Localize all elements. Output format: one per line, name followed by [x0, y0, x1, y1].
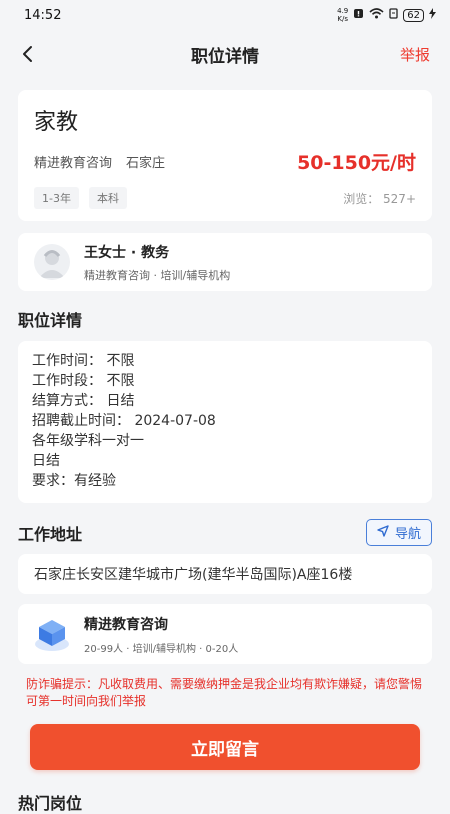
back-arrow-icon[interactable] [20, 45, 34, 63]
job-tags: 1-3年 本科 [34, 187, 127, 209]
wifi-icon [369, 8, 384, 22]
sim-icon [389, 8, 398, 22]
details-section-title: 职位详情 [18, 311, 83, 330]
job-title: 家教 [34, 110, 79, 135]
address-card[interactable]: 石家庄长安区建华城市广场(建华半岛国际)A座16楼 [18, 554, 432, 594]
page-title: 职位详情 [191, 46, 259, 67]
contact-card[interactable]: 王女士 · 教务 精进教育咨询 · 培训/辅导机构 [18, 233, 432, 291]
tag-experience: 1-3年 [34, 187, 79, 209]
fraud-warning: 防诈骗提示：凡收取费用、需要缴纳押金是我企业均有欺诈嫌疑，请您警惕可第一时间向我… [26, 677, 423, 708]
salary: 50-150元/时 [297, 152, 416, 174]
address-header: 工作地址 导航 [18, 519, 432, 546]
leave-message-button[interactable]: 立即留言 [30, 724, 420, 770]
job-summary-card: 家教 精进教育咨询 石家庄 50-150元/时 1-3年 本科 浏览： 527+ [18, 90, 432, 221]
job-meta-row: 精进教育咨询 石家庄 50-150元/时 [34, 148, 416, 175]
charging-icon [429, 8, 436, 22]
report-button[interactable]: 举报 [400, 44, 430, 65]
detail-line: 结算方式： 日结 [32, 393, 135, 409]
network-speed: 4.9 K/s [337, 7, 348, 23]
contact-subtitle: 精进教育咨询 · 培训/辅导机构 [84, 268, 231, 282]
navigation-arrow-icon [377, 524, 389, 541]
status-time: 14:52 [24, 7, 62, 23]
company-subtitle: 20-99人 · 培训/辅导机构 · 0-20人 [84, 643, 239, 655]
company-name: 精进教育咨询 [84, 616, 168, 633]
detail-line: 各年级学科一对一 [32, 433, 144, 449]
detail-line: 要求：有经验 [32, 473, 116, 489]
details-card: 工作时间： 不限 工作时段： 不限 结算方式： 日结 招聘截止时间： 2024-… [18, 341, 432, 503]
network-speed-unit: K/s [337, 15, 348, 23]
job-company: 精进教育咨询 [34, 156, 113, 171]
hot-jobs-title: 热门岗位 [18, 794, 83, 813]
detail-line: 招聘截止时间： 2024-07-08 [32, 413, 216, 429]
detail-line: 工作时间： 不限 [32, 353, 135, 369]
job-city: 石家庄 [126, 156, 166, 171]
detail-line: 工作时段： 不限 [32, 373, 135, 389]
notification-icon [353, 8, 364, 22]
nav-bar: 职位详情 举报 [0, 30, 450, 78]
detail-line: 日结 [32, 453, 60, 469]
status-bar: 14:52 4.9 K/s 62 [0, 0, 450, 30]
address-text: 石家庄长安区建华城市广场(建华半岛国际)A座16楼 [34, 567, 353, 583]
address-section-title: 工作地址 [18, 524, 83, 544]
navigate-button[interactable]: 导航 [365, 519, 432, 546]
company-card[interactable]: 精进教育咨询 20-99人 · 培训/辅导机构 · 0-20人 [18, 604, 432, 664]
navigate-button-label: 导航 [394, 527, 421, 542]
status-icons: 4.9 K/s 62 [337, 7, 436, 23]
avatar [34, 244, 70, 280]
network-speed-value: 4.9 [337, 7, 349, 15]
tag-education: 本科 [88, 187, 127, 209]
company-logo [32, 614, 72, 654]
company-city: 精进教育咨询 石家庄 [34, 152, 165, 171]
battery-indicator: 62 [403, 8, 424, 22]
view-count: 浏览： 527+ [343, 191, 416, 206]
contact-name: 王女士 · 教务 [84, 244, 170, 261]
tags-row: 1-3年 本科 浏览： 527+ [34, 187, 416, 209]
